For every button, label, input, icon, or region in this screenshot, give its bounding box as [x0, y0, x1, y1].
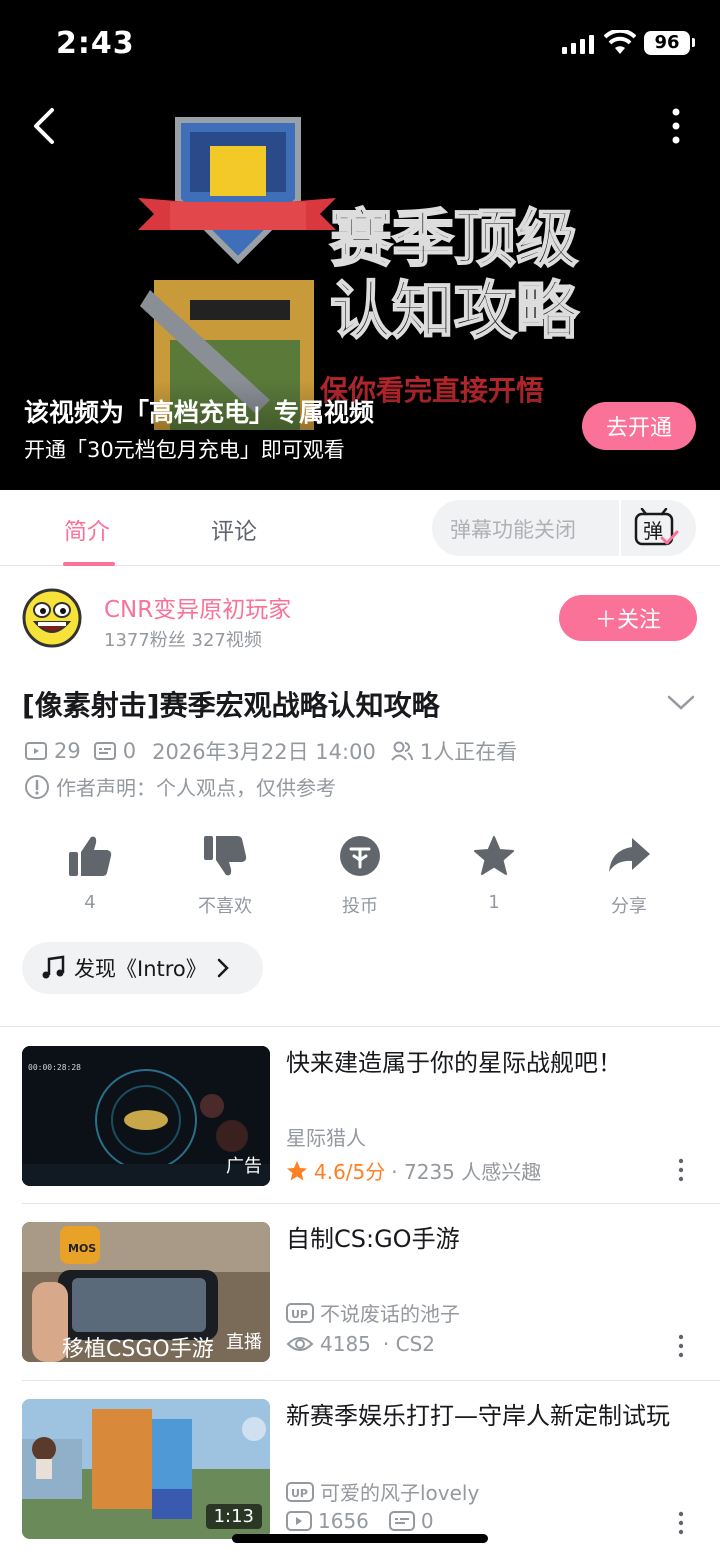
thumbs-up-icon — [69, 836, 112, 876]
follow-button[interactable]: ＋关注 — [559, 595, 697, 641]
share-button[interactable]: 分享 — [584, 834, 674, 918]
rec-title: 快来建造属于你的星际战舰吧！ — [286, 1049, 622, 1077]
status-bar: 2:43 96 — [0, 0, 720, 88]
rec-interest: · 7235 人感兴趣 — [391, 1160, 542, 1184]
more-vertical-icon[interactable] — [676, 1158, 686, 1182]
thumbnail-logo: MOS — [68, 1242, 96, 1255]
like-count: 4 — [84, 892, 96, 913]
cover-title-line2: 认知攻略 — [330, 274, 579, 347]
info-icon — [25, 774, 49, 799]
dislike-label: 不喜欢 — [198, 896, 252, 917]
danmaku-count-icon — [388, 1511, 415, 1531]
rec-rating: 4.6/5分 — [314, 1160, 386, 1184]
more-vertical-icon[interactable] — [660, 104, 692, 148]
wifi-icon — [604, 30, 636, 54]
danmaku-count: 0 — [122, 739, 137, 763]
author-declaration: 作者声明：个人观点，仅供参考 — [24, 772, 336, 801]
thumbs-down-icon — [204, 836, 247, 876]
lock-message-subtitle: 开通「30元档包月充电」即可观看 — [24, 438, 345, 462]
eye-icon — [286, 1337, 314, 1351]
viewers-icon — [391, 741, 413, 761]
rec-author-row: UP 不说废话的池子 — [286, 1298, 460, 1327]
avatar[interactable] — [22, 588, 82, 648]
signal-icon — [562, 34, 594, 54]
video-meta: 29 0 2026年3月22日 14:00 1人正在看 — [24, 738, 517, 764]
rec-rating-row: 4.6/5分 · 7235 人感兴趣 — [286, 1156, 541, 1185]
danmu-icon-char: 弹 — [643, 519, 663, 543]
list-item[interactable]: 1:13 新赛季娱乐打打—守岸人新定制试玩 UP 可爱的风子lovely 165… — [0, 1379, 720, 1555]
play-count-icon — [286, 1511, 312, 1531]
danmu-divider — [619, 500, 621, 556]
share-icon — [609, 838, 650, 872]
music-label: 发现《Intro》 — [74, 957, 207, 981]
tab-indicator — [63, 562, 115, 566]
video-player[interactable]: 赛季顶级 认知攻略 保你看完直接开悟 2:43 96 该视频为「高档充电」专属视… — [0, 0, 720, 490]
up-badge-icon: UP — [286, 1481, 314, 1502]
list-item[interactable]: MOS 移植CSGO手游 直播 自制CS:GO手游 UP 不说废话的池子 418… — [0, 1202, 720, 1378]
watching-now: 1人正在看 — [419, 740, 518, 764]
svg-text:UP: UP — [291, 1487, 308, 1500]
home-indicator[interactable] — [232, 1534, 488, 1543]
thumbnail-ad: 00:00:28:28 广告 — [22, 1046, 270, 1186]
rec-views: 4185 — [320, 1332, 371, 1356]
tab-intro[interactable]: 简介 — [64, 512, 110, 546]
rec-danmaku: 0 — [420, 1509, 434, 1533]
rec-author: 可爱的风子lovely — [320, 1481, 480, 1505]
rec-title: 新赛季娱乐打打—守岸人新定制试玩 — [286, 1402, 670, 1430]
star-icon — [474, 836, 514, 875]
open-charge-button[interactable]: 去开通 — [582, 402, 696, 450]
danmu-toggle-icon[interactable]: 弹 — [632, 508, 680, 548]
rec-views: 1656 — [318, 1509, 369, 1533]
rec-stats-row: 1656 0 — [286, 1509, 434, 1533]
tab-comments[interactable]: 评论 — [211, 512, 257, 546]
music-discover-chip[interactable]: 发现《Intro》 — [22, 942, 263, 994]
favorite-button[interactable]: 1 — [449, 834, 539, 913]
coin-icon — [340, 836, 380, 876]
thumbnail-timestamp: 00:00:28:28 — [28, 1063, 81, 1072]
coin-label: 投币 — [342, 896, 378, 917]
chevron-right-icon — [217, 958, 229, 978]
battery-icon: 96 — [644, 31, 690, 55]
declaration-text: 作者声明：个人观点，仅供参考 — [56, 776, 336, 800]
coin-button[interactable]: 投币 — [315, 834, 405, 918]
rec-author-row: UP 可爱的风子lovely — [286, 1477, 479, 1506]
more-vertical-icon[interactable] — [676, 1334, 686, 1358]
svg-text:UP: UP — [291, 1308, 308, 1321]
list-item[interactable]: 00:00:28:28 广告 快来建造属于你的星际战舰吧！ 星际猎人 4.6/5… — [0, 1026, 720, 1202]
rating-star-icon — [287, 1160, 307, 1180]
play-count: 29 — [54, 739, 81, 763]
rec-extra: · CS2 — [382, 1332, 436, 1356]
video-title: [像素射击]赛季宏观战略认知攻略 — [22, 689, 440, 722]
ad-badge: 广告 — [226, 1156, 262, 1177]
thumbnail-video: 1:13 — [22, 1399, 270, 1539]
uploader-stats: 1377粉丝 327视频 — [104, 630, 262, 651]
more-vertical-icon[interactable] — [676, 1511, 686, 1535]
cover-title-line1: 赛季顶级 — [330, 202, 578, 275]
up-badge-icon: UP — [286, 1302, 314, 1323]
danmaku-count-icon — [93, 742, 116, 760]
rec-author: 星际猎人 — [286, 1126, 366, 1150]
back-icon[interactable] — [24, 104, 68, 148]
danmu-placeholder: 弹幕功能关闭 — [450, 518, 576, 542]
thumbnail-caption: 移植CSGO手游 — [62, 1337, 214, 1362]
share-label: 分享 — [611, 896, 647, 917]
dislike-button[interactable]: 不喜欢 — [180, 834, 270, 918]
play-count-icon — [25, 742, 47, 760]
uploader-name[interactable]: CNR变异原初玩家 — [104, 590, 291, 624]
rec-author: 不说废话的池子 — [320, 1302, 460, 1326]
publish-date: 2026年3月22日 14:00 — [152, 740, 376, 764]
music-note-icon — [42, 955, 65, 979]
thumbnail-video: MOS 移植CSGO手游 直播 — [22, 1222, 270, 1362]
live-badge: 直播 — [226, 1332, 262, 1353]
lock-message-title: 该视频为「高档充电」专属视频 — [24, 398, 375, 427]
chevron-down-icon[interactable] — [664, 690, 698, 714]
rec-title: 自制CS:GO手游 — [286, 1225, 460, 1253]
status-time: 2:43 — [56, 26, 135, 61]
rec-stats-row: 4185 · CS2 — [286, 1332, 435, 1356]
danmu-input[interactable]: 弹幕功能关闭 弹 — [432, 500, 696, 556]
battery-cap — [692, 38, 695, 47]
favorite-count: 1 — [488, 892, 500, 913]
duration-badge: 1:13 — [205, 1504, 262, 1529]
like-button[interactable]: 4 — [45, 834, 135, 913]
